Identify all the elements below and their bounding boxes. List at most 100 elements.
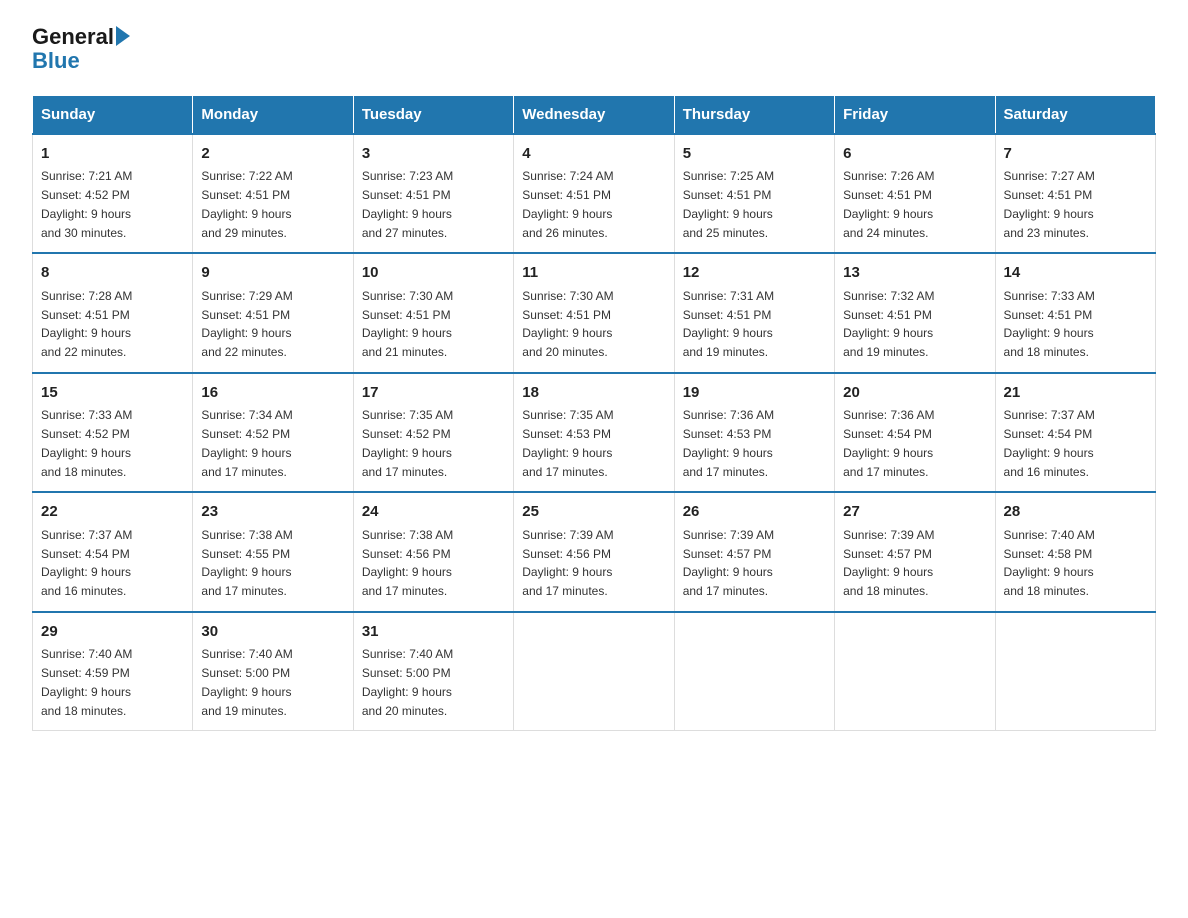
day-number: 2 [201, 143, 344, 166]
day-info: Sunrise: 7:37 AMSunset: 4:54 PMDaylight:… [41, 528, 132, 598]
day-number: 18 [522, 382, 665, 405]
day-info: Sunrise: 7:38 AMSunset: 4:56 PMDaylight:… [362, 528, 453, 598]
day-number: 29 [41, 621, 184, 644]
day-number: 5 [683, 143, 826, 166]
calendar-day-cell: 2 Sunrise: 7:22 AMSunset: 4:51 PMDaylight… [193, 134, 353, 254]
day-number: 24 [362, 501, 505, 524]
weekday-header-tuesday: Tuesday [353, 95, 513, 134]
day-info: Sunrise: 7:37 AMSunset: 4:54 PMDaylight:… [1004, 408, 1095, 478]
day-number: 1 [41, 143, 184, 166]
day-info: Sunrise: 7:30 AMSunset: 4:51 PMDaylight:… [362, 289, 453, 359]
day-info: Sunrise: 7:36 AMSunset: 4:53 PMDaylight:… [683, 408, 774, 478]
logo-blue: Blue [32, 48, 80, 74]
day-number: 3 [362, 143, 505, 166]
calendar-week-row: 15 Sunrise: 7:33 AMSunset: 4:52 PMDayligh… [33, 373, 1156, 493]
day-info: Sunrise: 7:27 AMSunset: 4:51 PMDaylight:… [1004, 169, 1095, 239]
calendar-week-row: 1 Sunrise: 7:21 AMSunset: 4:52 PMDaylight… [33, 134, 1156, 254]
day-number: 8 [41, 262, 184, 285]
calendar-day-cell: 26 Sunrise: 7:39 AMSunset: 4:57 PMDayligh… [674, 492, 834, 612]
day-info: Sunrise: 7:26 AMSunset: 4:51 PMDaylight:… [843, 169, 934, 239]
calendar-day-cell: 5 Sunrise: 7:25 AMSunset: 4:51 PMDaylight… [674, 134, 834, 254]
day-number: 12 [683, 262, 826, 285]
calendar-day-cell: 25 Sunrise: 7:39 AMSunset: 4:56 PMDayligh… [514, 492, 674, 612]
calendar-day-cell: 12 Sunrise: 7:31 AMSunset: 4:51 PMDayligh… [674, 253, 834, 373]
calendar-day-cell: 11Sunrise: 7:30 AMSunset: 4:51 PMDayligh… [514, 253, 674, 373]
calendar-day-cell: 16 Sunrise: 7:34 AMSunset: 4:52 PMDayligh… [193, 373, 353, 493]
logo: General Blue [32, 24, 130, 75]
day-number: 26 [683, 501, 826, 524]
day-number: 17 [362, 382, 505, 405]
day-info: Sunrise: 7:34 AMSunset: 4:52 PMDaylight:… [201, 408, 292, 478]
day-info: Sunrise: 7:39 AMSunset: 4:57 PMDaylight:… [683, 528, 774, 598]
day-info: Sunrise: 7:32 AMSunset: 4:51 PMDaylight:… [843, 289, 934, 359]
day-number: 27 [843, 501, 986, 524]
day-number: 14 [1004, 262, 1147, 285]
calendar-day-cell: 8 Sunrise: 7:28 AMSunset: 4:51 PMDaylight… [33, 253, 193, 373]
day-info: Sunrise: 7:36 AMSunset: 4:54 PMDaylight:… [843, 408, 934, 478]
day-number: 10 [362, 262, 505, 285]
page-header: General Blue [32, 24, 1156, 75]
day-info: Sunrise: 7:25 AMSunset: 4:51 PMDaylight:… [683, 169, 774, 239]
calendar-day-cell: 10 Sunrise: 7:30 AMSunset: 4:51 PMDayligh… [353, 253, 513, 373]
calendar-day-cell: 24 Sunrise: 7:38 AMSunset: 4:56 PMDayligh… [353, 492, 513, 612]
calendar-day-cell: 27 Sunrise: 7:39 AMSunset: 4:57 PMDayligh… [835, 492, 995, 612]
day-info: Sunrise: 7:35 AMSunset: 4:52 PMDaylight:… [362, 408, 453, 478]
calendar-day-cell: 7Sunrise: 7:27 AMSunset: 4:51 PMDaylight… [995, 134, 1155, 254]
calendar-day-cell: 13 Sunrise: 7:32 AMSunset: 4:51 PMDayligh… [835, 253, 995, 373]
day-info: Sunrise: 7:38 AMSunset: 4:55 PMDaylight:… [201, 528, 292, 598]
day-number: 13 [843, 262, 986, 285]
day-number: 6 [843, 143, 986, 166]
calendar-day-cell: 19 Sunrise: 7:36 AMSunset: 4:53 PMDayligh… [674, 373, 834, 493]
calendar-day-cell: 1 Sunrise: 7:21 AMSunset: 4:52 PMDaylight… [33, 134, 193, 254]
day-number: 4 [522, 143, 665, 166]
calendar-week-row: 8 Sunrise: 7:28 AMSunset: 4:51 PMDaylight… [33, 253, 1156, 373]
day-number: 16 [201, 382, 344, 405]
calendar-day-cell: 15 Sunrise: 7:33 AMSunset: 4:52 PMDayligh… [33, 373, 193, 493]
weekday-header-saturday: Saturday [995, 95, 1155, 134]
day-number: 19 [683, 382, 826, 405]
calendar-day-cell: 29 Sunrise: 7:40 AMSunset: 4:59 PMDayligh… [33, 612, 193, 731]
day-number: 23 [201, 501, 344, 524]
day-info: Sunrise: 7:24 AMSunset: 4:51 PMDaylight:… [522, 169, 613, 239]
logo-arrow-icon [116, 26, 130, 46]
day-number: 21 [1004, 382, 1147, 405]
day-info: Sunrise: 7:23 AMSunset: 4:51 PMDaylight:… [362, 169, 453, 239]
calendar-day-cell [995, 612, 1155, 731]
day-number: 30 [201, 621, 344, 644]
day-number: 22 [41, 501, 184, 524]
day-info: Sunrise: 7:39 AMSunset: 4:57 PMDaylight:… [843, 528, 934, 598]
weekday-header-row: SundayMondayTuesdayWednesdayThursdayFrid… [33, 95, 1156, 134]
calendar-day-cell: 6 Sunrise: 7:26 AMSunset: 4:51 PMDaylight… [835, 134, 995, 254]
calendar-day-cell: 9Sunrise: 7:29 AMSunset: 4:51 PMDaylight… [193, 253, 353, 373]
day-number: 15 [41, 382, 184, 405]
day-info: Sunrise: 7:40 AMSunset: 4:59 PMDaylight:… [41, 647, 132, 717]
logo-general: General [32, 24, 114, 50]
weekday-header-wednesday: Wednesday [514, 95, 674, 134]
day-info: Sunrise: 7:21 AMSunset: 4:52 PMDaylight:… [41, 169, 132, 239]
calendar-day-cell: 18Sunrise: 7:35 AMSunset: 4:53 PMDayligh… [514, 373, 674, 493]
calendar-day-cell: 3 Sunrise: 7:23 AMSunset: 4:51 PMDaylight… [353, 134, 513, 254]
day-number: 28 [1004, 501, 1147, 524]
calendar-day-cell: 23 Sunrise: 7:38 AMSunset: 4:55 PMDayligh… [193, 492, 353, 612]
weekday-header-friday: Friday [835, 95, 995, 134]
day-info: Sunrise: 7:39 AMSunset: 4:56 PMDaylight:… [522, 528, 613, 598]
calendar-day-cell [514, 612, 674, 731]
day-info: Sunrise: 7:28 AMSunset: 4:51 PMDaylight:… [41, 289, 132, 359]
calendar-day-cell: 21 Sunrise: 7:37 AMSunset: 4:54 PMDayligh… [995, 373, 1155, 493]
day-number: 20 [843, 382, 986, 405]
calendar-day-cell: 28Sunrise: 7:40 AMSunset: 4:58 PMDayligh… [995, 492, 1155, 612]
weekday-header-sunday: Sunday [33, 95, 193, 134]
day-number: 25 [522, 501, 665, 524]
calendar-day-cell [674, 612, 834, 731]
calendar-day-cell: 31Sunrise: 7:40 AMSunset: 5:00 PMDayligh… [353, 612, 513, 731]
day-info: Sunrise: 7:31 AMSunset: 4:51 PMDaylight:… [683, 289, 774, 359]
day-info: Sunrise: 7:22 AMSunset: 4:51 PMDaylight:… [201, 169, 292, 239]
day-info: Sunrise: 7:29 AMSunset: 4:51 PMDaylight:… [201, 289, 292, 359]
calendar-day-cell: 4 Sunrise: 7:24 AMSunset: 4:51 PMDaylight… [514, 134, 674, 254]
day-info: Sunrise: 7:33 AMSunset: 4:52 PMDaylight:… [41, 408, 132, 478]
calendar-week-row: 22 Sunrise: 7:37 AMSunset: 4:54 PMDayligh… [33, 492, 1156, 612]
calendar-table: SundayMondayTuesdayWednesdayThursdayFrid… [32, 95, 1156, 732]
calendar-day-cell: 20 Sunrise: 7:36 AMSunset: 4:54 PMDayligh… [835, 373, 995, 493]
weekday-header-thursday: Thursday [674, 95, 834, 134]
calendar-day-cell: 30Sunrise: 7:40 AMSunset: 5:00 PMDayligh… [193, 612, 353, 731]
